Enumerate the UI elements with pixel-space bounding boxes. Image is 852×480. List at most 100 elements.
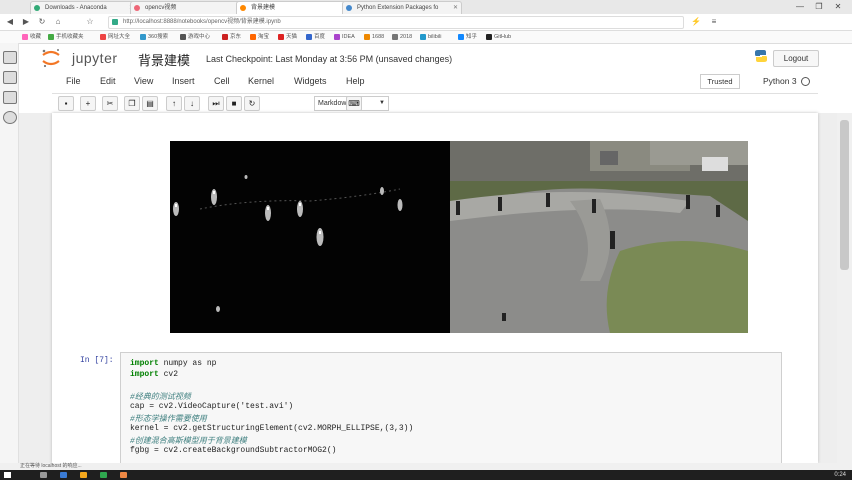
taskbar-clock[interactable]: 0:24 [834,471,846,479]
sidebar-app-icon[interactable] [3,91,17,104]
notebook-toolbar: ▪ + ✂ ❐ ▤ ↑ ↓ ⏭ ■ ↻ Markdown ▼ ⌨ [52,93,818,114]
bookmark-item[interactable]: GitHub [486,32,511,42]
logout-button[interactable]: Logout [773,50,819,67]
folder-icon[interactable] [80,472,87,478]
bookmark-icon [140,34,146,40]
menu-file[interactable]: File [66,76,81,86]
python-logo-icon [755,50,767,62]
bookmark-icon [334,34,340,40]
maximize-button[interactable]: ❐ [811,1,827,12]
sidebar-app-icon[interactable] [3,71,17,84]
bookmark-item[interactable]: 知乎 [458,32,477,42]
close-icon[interactable]: ✕ [453,2,458,14]
bookmark-icon [364,34,370,40]
bookmark-item[interactable]: 京东 [222,32,241,42]
menu-icon[interactable]: ≡ [708,16,720,28]
code-comment: #形态学操作需要使用 [130,415,207,424]
home-icon[interactable]: ⌂ [52,16,64,28]
menu-help[interactable]: Help [346,76,365,86]
notebook-title[interactable]: 背景建模 [138,50,190,69]
bookmark-item[interactable]: 网址大全 [100,32,130,42]
windows-start-icon[interactable] [4,472,11,478]
bookmark-label: 百度 [314,34,326,40]
close-window-button[interactable]: ✕ [830,1,846,12]
code-line: import cv2 [130,370,178,379]
save-icon[interactable]: ▪ [58,96,74,111]
menu-cell[interactable]: Cell [214,76,230,86]
restart-icon[interactable]: ↻ [244,96,260,111]
bookmark-item[interactable]: 1688 [364,32,384,42]
code-comment: #经典的测试视频 [130,393,191,402]
move-up-icon[interactable]: ↑ [166,96,182,111]
browser-tab[interactable]: Downloads - Anaconda✕ [30,1,138,14]
taskbar-app-icon[interactable] [60,472,67,478]
checkpoint-status: Last Checkpoint: Last Monday at 3:56 PM … [206,54,453,64]
bookmark-item[interactable]: 天猫 [278,32,297,42]
bookmark-item[interactable]: 360搜索 [140,32,168,42]
os-taskbar: 0:24 [0,470,852,480]
tab-label: 背景建模 [251,5,276,11]
menu-view[interactable]: View [134,76,153,86]
menu-insert[interactable]: Insert [172,76,195,86]
star-icon[interactable]: ☆ [84,16,96,28]
url-field[interactable]: http://localhost:8888/notebooks/opencv视频… [108,16,684,29]
cut-icon[interactable]: ✂ [102,96,118,111]
bookmark-label: 网址大全 [108,34,131,40]
bookmark-icon [22,34,28,40]
bookmark-label: 360搜索 [148,34,169,40]
code-keyword: import [130,359,159,368]
extension-icon[interactable]: ⚡ [690,16,702,28]
bookmark-label: 游戏中心 [188,34,211,40]
sidebar-app-icon[interactable] [3,111,17,124]
bookmark-item[interactable]: 淘宝 [250,32,269,42]
code-line: fgbg = cv2.createBackgroundSubtractorMOG… [130,446,337,455]
bookmark-label: 2018 [400,34,413,40]
kernel-name: Python 3 [763,76,797,86]
page-icon [134,5,140,11]
bookmark-icon [222,34,228,40]
kernel-status-icon [801,77,810,86]
forward-icon[interactable]: ▶ [20,16,32,28]
search-icon[interactable] [40,472,47,478]
browser-tab-active[interactable]: 背景建模✕ [236,1,352,14]
jupyter-tab-icon [240,5,246,11]
bookmark-item[interactable]: 百度 [306,32,325,42]
bookmark-item[interactable]: IDEA [334,32,355,42]
run-icon[interactable]: ⏭ [208,96,224,111]
keyboard-icon[interactable]: ⌨ [346,96,362,111]
interrupt-icon[interactable]: ■ [226,96,242,111]
bookmark-icon [278,34,284,40]
jupyter-logo-icon [42,49,60,68]
video-frame-image [450,141,748,333]
minimize-button[interactable]: — [792,1,808,12]
jupyter-brand[interactable]: jupyter [72,50,118,66]
sidebar-app-icon[interactable] [3,51,17,64]
bookmark-item[interactable]: bilibili [420,32,441,42]
code-line: cap = cv2.VideoCapture('test.avi') [130,402,294,411]
taskbar-app-icon[interactable] [100,472,107,478]
address-bar: ◀ ▶ ↻ ⌂ ☆ http://localhost:8888/notebook… [0,14,852,31]
browser-tab[interactable]: Python Extension Packages fo ✕ [342,1,462,14]
browser-tab[interactable]: opencv视频✕ [130,1,246,14]
back-icon[interactable]: ◀ [4,16,16,28]
copy-icon[interactable]: ❐ [124,96,140,111]
bookmark-item[interactable]: 2018 [392,32,412,42]
bookmark-item[interactable]: 收藏 [22,32,41,42]
refresh-icon[interactable]: ↻ [36,16,48,28]
bookmark-item[interactable]: 游戏中心 [180,32,210,42]
bookmark-icon [180,34,186,40]
bookmark-icon [306,34,312,40]
scrollbar-thumb[interactable] [840,120,849,270]
menu-kernel[interactable]: Kernel [248,76,274,86]
move-down-icon[interactable]: ↓ [184,96,200,111]
trusted-indicator[interactable]: Trusted [700,74,740,89]
bookmark-label: 收藏 [30,34,42,40]
jupyter-taskbar-icon[interactable] [120,472,127,478]
bookmark-label: 1688 [372,34,385,40]
bookmark-icon [420,34,426,40]
menu-widgets[interactable]: Widgets [294,76,327,86]
add-cell-icon[interactable]: + [80,96,96,111]
bookmark-item[interactable]: 手机收藏夹 [48,32,84,42]
menu-edit[interactable]: Edit [100,76,116,86]
paste-icon[interactable]: ▤ [142,96,158,111]
